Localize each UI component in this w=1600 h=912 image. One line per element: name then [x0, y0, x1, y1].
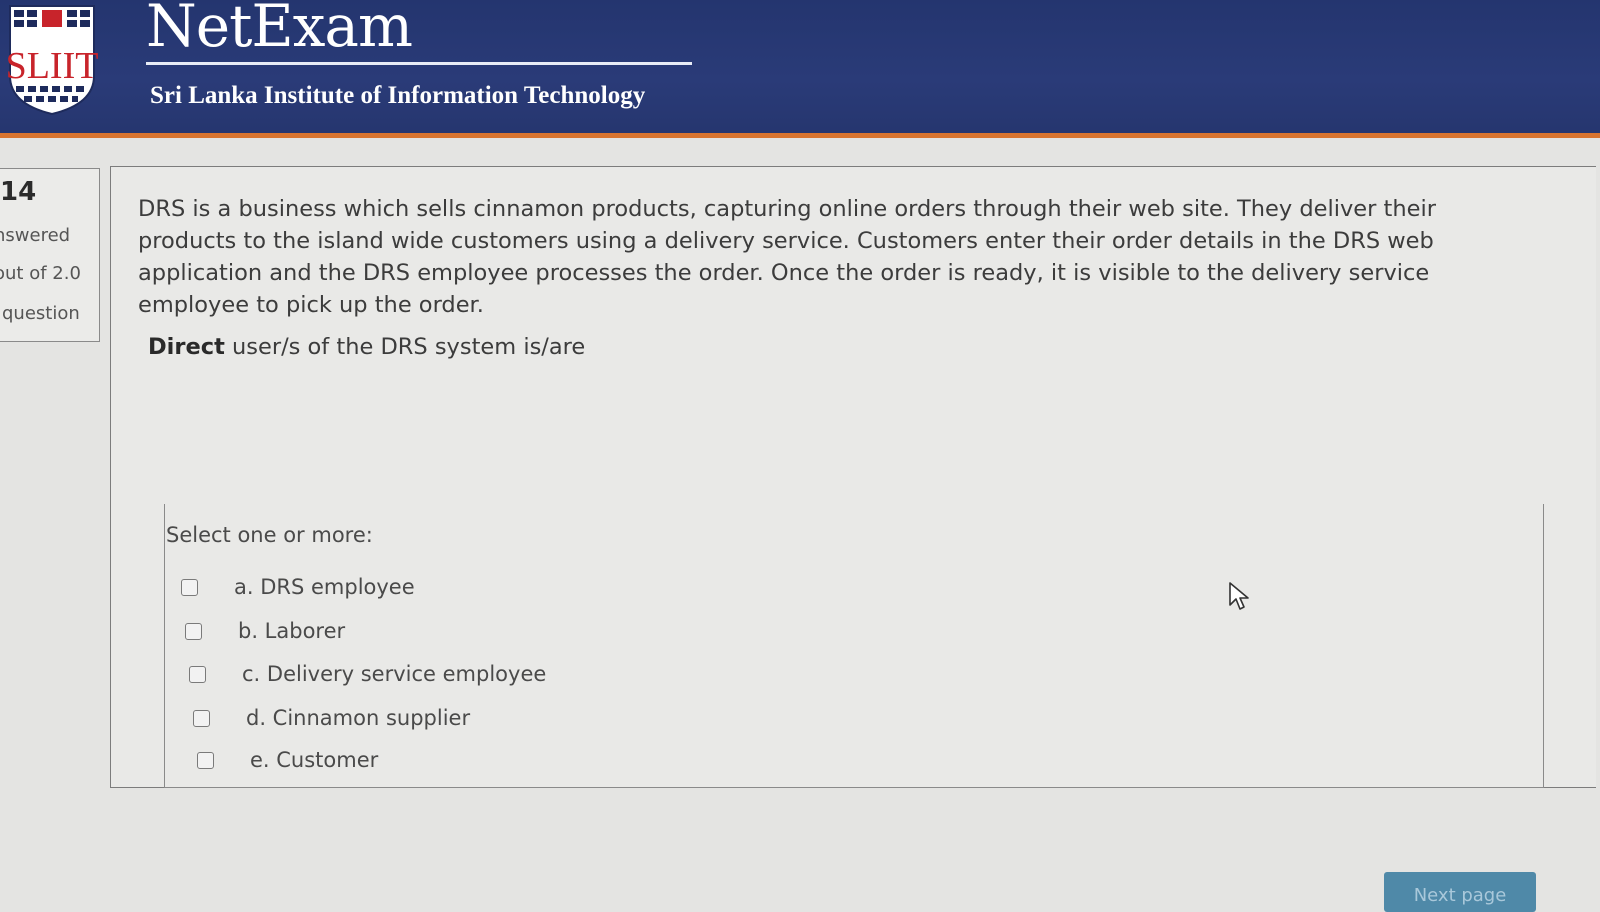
question-text: DRS is a business which sells cinnamon p…: [138, 196, 1436, 318]
prompt-text: user/s of the DRS system is/are: [224, 334, 586, 360]
next-page-button[interactable]: Next page: [1384, 872, 1536, 912]
checkbox-option-e[interactable]: [197, 751, 214, 769]
checkbox-option-a[interactable]: [181, 578, 198, 596]
institution-name: Sri Lanka Institute of Information Techn…: [150, 82, 646, 109]
checkbox-option-b[interactable]: [185, 622, 202, 640]
flag-question-link[interactable]: question: [2, 303, 80, 324]
app-title: NetExam: [146, 0, 413, 60]
site-header: SLIIT NetExam Sri Lanka Institute of Inf…: [0, 0, 1600, 138]
checkbox-option-d[interactable]: [193, 709, 210, 727]
answer-option-c[interactable]: c. Delivery service employee: [189, 659, 546, 689]
header-divider: [146, 62, 692, 65]
option-label[interactable]: a. DRS employee: [234, 575, 415, 599]
option-label[interactable]: e. Customer: [250, 748, 378, 772]
option-label[interactable]: c. Delivery service employee: [242, 662, 546, 686]
answer-option-b[interactable]: b. Laborer: [185, 616, 345, 646]
answer-status: nswered: [0, 225, 71, 246]
question-info-panel: 14 nswered out of 2.0 question: [0, 168, 100, 342]
prompt-emphasis: Direct: [148, 334, 225, 360]
question-prompt: Direct user/s of the DRS system is/are: [148, 334, 585, 360]
answer-instruction: Select one or more:: [166, 523, 373, 547]
sliit-logo: SLIIT: [6, 5, 98, 116]
answer-option-d[interactable]: d. Cinnamon supplier: [193, 703, 470, 733]
question-marks: out of 2.0: [0, 263, 81, 284]
option-label[interactable]: d. Cinnamon supplier: [246, 706, 470, 730]
answer-option-e[interactable]: e. Customer: [197, 745, 378, 775]
logo-text: SLIIT: [6, 45, 98, 87]
option-label[interactable]: b. Laborer: [238, 619, 345, 643]
checkbox-option-c[interactable]: [189, 665, 206, 683]
answer-option-a[interactable]: a. DRS employee: [181, 572, 415, 602]
question-number: 14: [0, 177, 37, 207]
mouse-pointer-icon: [1229, 582, 1249, 610]
